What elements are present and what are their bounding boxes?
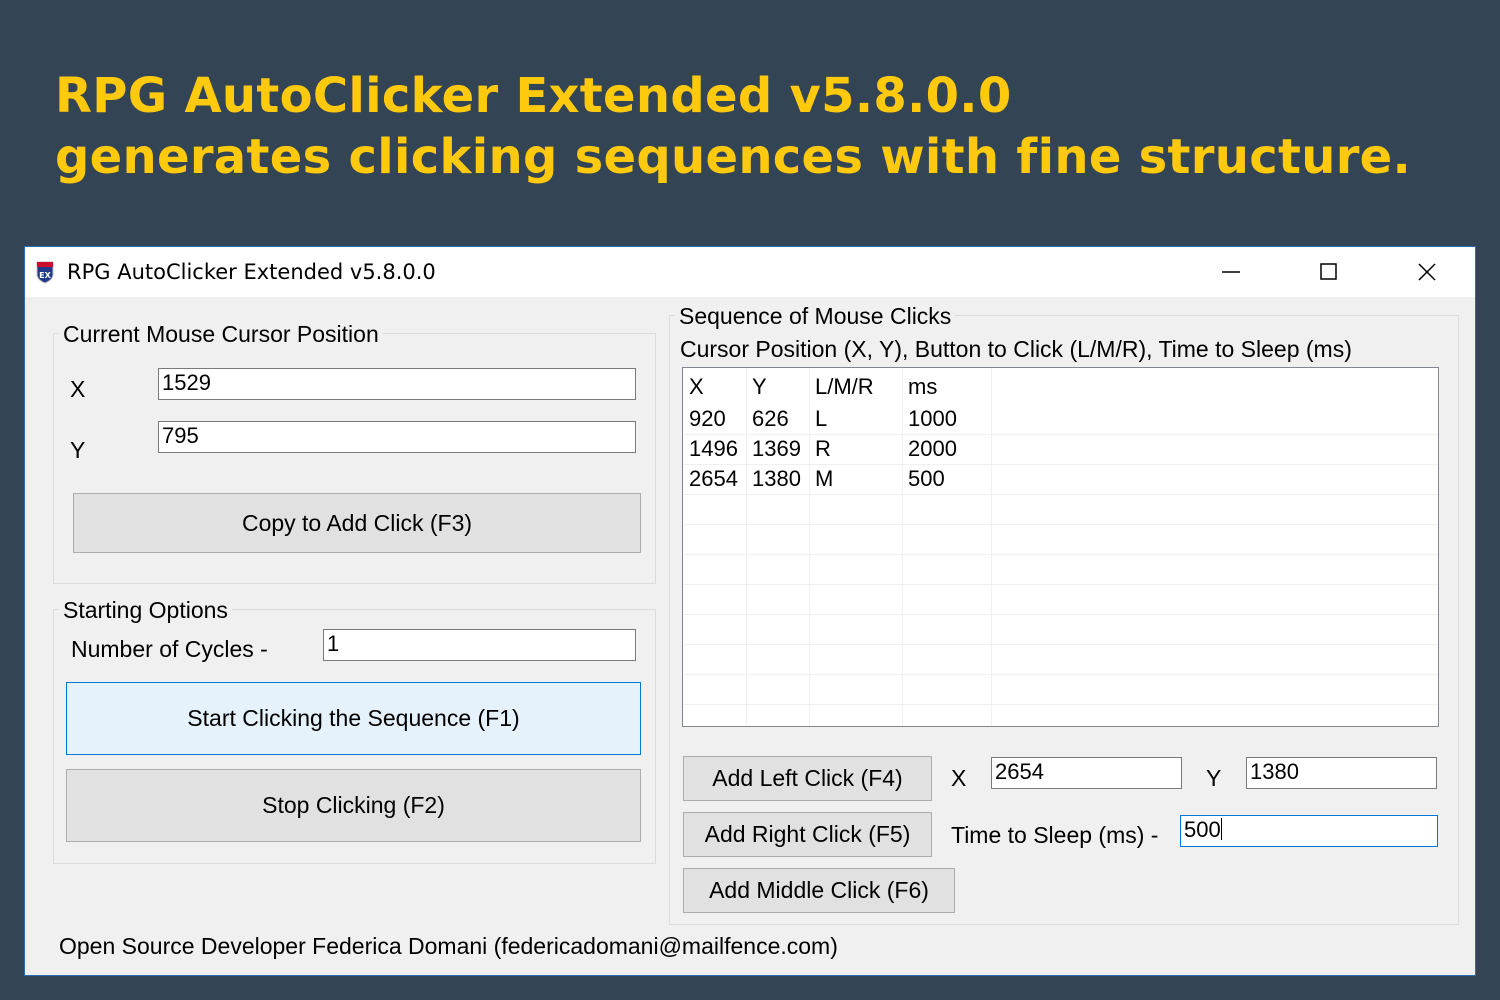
- add-x-label: X: [951, 765, 967, 791]
- cursor-y-field[interactable]: 795: [158, 421, 636, 453]
- developer-credit: Open Source Developer Federica Domani (f…: [59, 933, 838, 959]
- title-bar[interactable]: EX RPG AutoClicker Extended v5.8.0.0: [25, 247, 1475, 297]
- start-clicking-button[interactable]: Start Clicking the Sequence (F1): [66, 682, 641, 755]
- sequence-subtitle: Cursor Position (X, Y), Button to Click …: [680, 336, 1352, 362]
- cursor-y-label: Y: [70, 437, 86, 463]
- banner-line-1: RPG AutoClicker Extended v5.8.0.0: [55, 68, 1012, 124]
- close-icon: [1418, 263, 1436, 281]
- list-item[interactable]: 920 626 L 1000: [683, 404, 1438, 435]
- banner-line-2: generates clicking sequences with fine s…: [55, 129, 1412, 185]
- add-left-click-button[interactable]: Add Left Click (F4): [683, 756, 932, 801]
- add-x-field[interactable]: 2654: [991, 757, 1182, 789]
- add-right-click-button[interactable]: Add Right Click (F5): [683, 812, 932, 857]
- click-sequence-list[interactable]: X Y L/M/R ms 920 626 L 1000 1496 1369 R …: [682, 367, 1439, 727]
- column-header-x[interactable]: X: [683, 372, 704, 402]
- sleep-field[interactable]: 500: [1180, 815, 1438, 847]
- list-header: X Y L/M/R ms: [683, 372, 1438, 402]
- list-item[interactable]: 1496 1369 R 2000: [683, 434, 1438, 465]
- banner-headline: RPG AutoClicker Extended v5.8.0.0 genera…: [55, 66, 1475, 188]
- add-middle-click-button[interactable]: Add Middle Click (F6): [683, 868, 955, 913]
- add-y-label: Y: [1206, 765, 1222, 791]
- cursor-x-label: X: [70, 376, 86, 402]
- maximize-button[interactable]: [1280, 247, 1378, 297]
- close-button[interactable]: [1378, 247, 1476, 297]
- sleep-label: Time to Sleep (ms) -: [951, 822, 1159, 848]
- cursor-group-title: Current Mouse Cursor Position: [59, 321, 383, 348]
- text-caret: [1220, 818, 1222, 840]
- column-header-y[interactable]: Y: [746, 372, 767, 402]
- cursor-x-field[interactable]: 1529: [158, 368, 636, 400]
- app-window: EX RPG AutoClicker Extended v5.8.0.0 Cur…: [24, 246, 1476, 976]
- minimize-icon: [1222, 271, 1240, 273]
- minimize-button[interactable]: [1182, 247, 1280, 297]
- starting-options-title: Starting Options: [59, 597, 232, 624]
- column-header-ms[interactable]: ms: [902, 372, 937, 402]
- column-header-button[interactable]: L/M/R: [809, 372, 874, 402]
- cycles-field[interactable]: 1: [323, 629, 636, 661]
- add-y-field[interactable]: 1380: [1246, 757, 1437, 789]
- maximize-icon: [1320, 263, 1337, 280]
- cycles-label: Number of Cycles -: [71, 636, 268, 662]
- copy-to-add-click-button[interactable]: Copy to Add Click (F3): [73, 493, 641, 553]
- svg-text:EX: EX: [39, 271, 51, 280]
- stop-clicking-button[interactable]: Stop Clicking (F2): [66, 769, 641, 842]
- list-item[interactable]: 2654 1380 M 500: [683, 464, 1438, 495]
- window-title: RPG AutoClicker Extended v5.8.0.0: [67, 260, 436, 284]
- app-logo-icon: EX: [35, 260, 55, 284]
- sequence-group-title: Sequence of Mouse Clicks: [675, 303, 956, 330]
